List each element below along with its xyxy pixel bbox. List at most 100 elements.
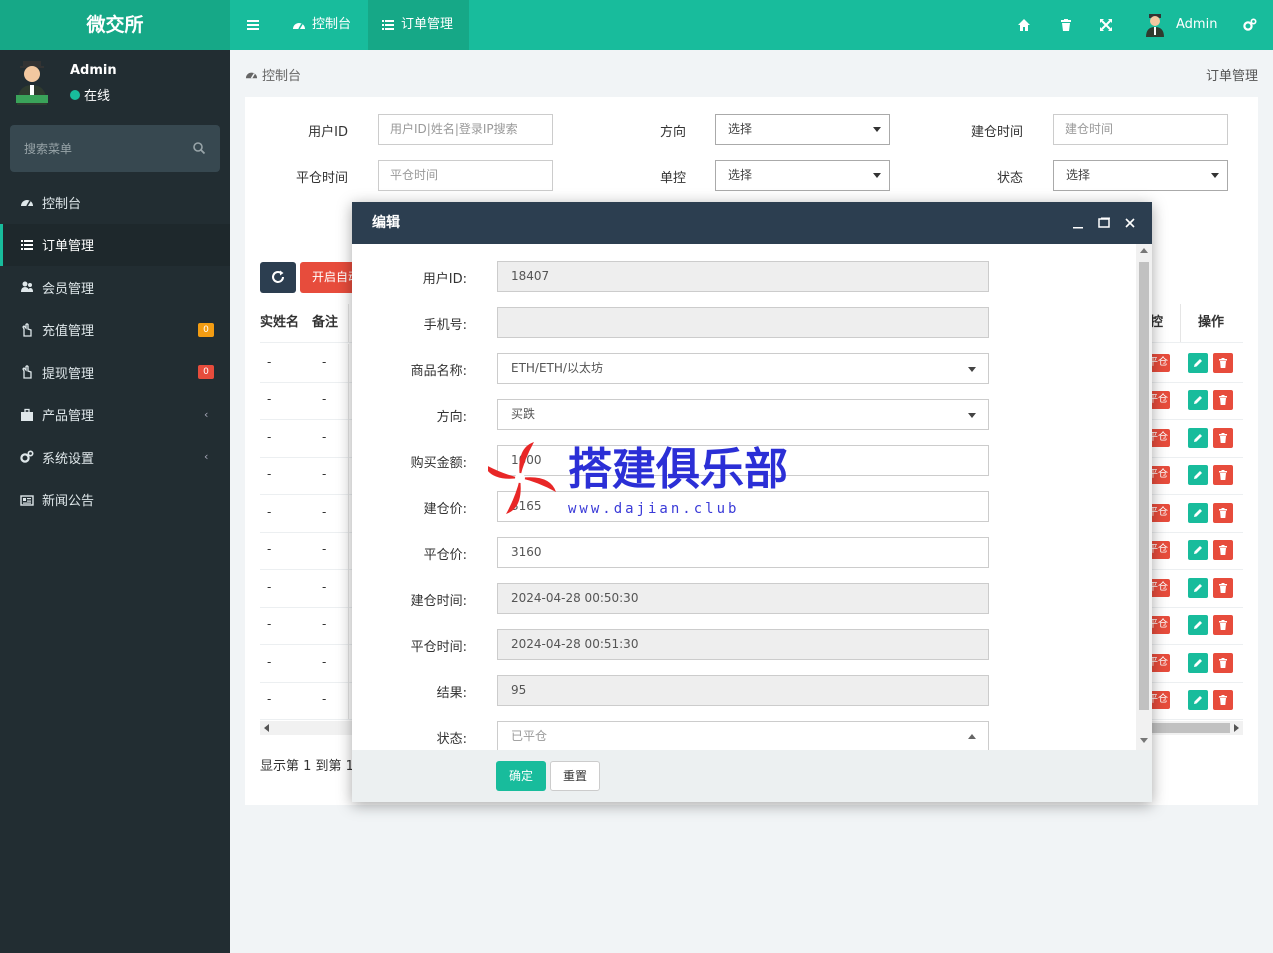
dialog-vertical-scrollbar[interactable] — [1136, 244, 1152, 750]
scroll-right-icon[interactable] — [1234, 724, 1239, 732]
fullscreen-button[interactable] — [1099, 0, 1113, 50]
edit-button[interactable] — [1188, 690, 1208, 711]
field-input[interactable]: ETH/ETH/以太坊 — [497, 353, 989, 384]
filter-label-status: 状态 — [996, 171, 1023, 186]
pencil-icon — [1194, 696, 1202, 705]
field-input: 2024-04-28 00:50:30 — [497, 583, 989, 614]
column-divider — [1180, 304, 1181, 342]
edit-button[interactable] — [1188, 465, 1208, 486]
chevron-left-icon: ‹ — [204, 407, 209, 421]
maximize-icon[interactable] — [1097, 216, 1111, 230]
delete-button[interactable] — [1213, 652, 1233, 673]
field-label: 状态: — [436, 732, 467, 747]
delete-button[interactable] — [1213, 465, 1233, 486]
reset-button[interactable]: 重置 — [550, 761, 600, 791]
scroll-left-icon[interactable] — [264, 724, 269, 732]
sidebar-item-members[interactable]: 会员管理 — [0, 266, 230, 309]
confirm-button[interactable]: 确定 — [496, 761, 546, 791]
chevron-left-icon: ‹ — [204, 450, 209, 463]
delete-button[interactable] — [1213, 540, 1233, 561]
edit-button[interactable] — [1188, 652, 1208, 673]
breadcrumb: 控制台 — [245, 65, 301, 84]
cell-name: - — [267, 429, 272, 444]
field-value: 95 — [511, 683, 527, 697]
sidebar-item-products[interactable]: 产品管理 ‹ — [0, 394, 230, 437]
edit-button[interactable] — [1188, 615, 1208, 636]
field-value: ETH/ETH/以太坊 — [511, 361, 603, 375]
close-icon[interactable] — [1123, 216, 1137, 230]
field-input[interactable]: 3160 — [497, 537, 989, 568]
tab-orders[interactable]: 订单管理 — [368, 0, 469, 50]
field-label: 商品名称: — [410, 364, 467, 379]
scroll-up-icon[interactable] — [1140, 248, 1148, 253]
refresh-button[interactable] — [260, 262, 296, 293]
edit-button[interactable] — [1188, 502, 1208, 523]
sidebar-item-news[interactable]: 新闻公告 — [0, 479, 230, 522]
scroll-down-icon[interactable] — [1140, 738, 1148, 743]
breadcrumb-home[interactable]: 控制台 — [262, 65, 301, 84]
auto-toggle-button[interactable]: 开启自动 — [300, 262, 360, 293]
pencil-icon — [1194, 658, 1202, 667]
field-value: 3160 — [511, 545, 542, 559]
cell-name: - — [267, 467, 272, 482]
field-input[interactable]: 买跌 — [497, 399, 989, 430]
delete-button[interactable] — [1213, 427, 1233, 448]
filter-open-time-input[interactable]: 建仓时间 — [1053, 114, 1228, 145]
caret-up-icon — [968, 734, 976, 739]
sidebar-item-withdraw[interactable]: 提现管理 0 — [0, 351, 230, 394]
sidebar-item-settings[interactable]: 系统设置 ‹ — [0, 436, 230, 479]
filter-close-time-input[interactable]: 平仓时间 — [378, 160, 553, 191]
sidebar-item-dashboard[interactable]: 控制台 — [0, 181, 230, 224]
delete-button[interactable] — [1213, 577, 1233, 598]
sidebar-search — [10, 125, 220, 172]
field-label: 结果: — [436, 686, 467, 701]
sidebar-item-orders[interactable]: 订单管理 — [0, 223, 230, 266]
delete-button[interactable] — [1213, 615, 1233, 636]
delete-button[interactable] — [1213, 690, 1233, 711]
cell-remark: - — [322, 504, 327, 519]
field-input: 95 — [497, 675, 989, 706]
delete-button[interactable] — [1213, 502, 1233, 523]
trash-icon — [1219, 470, 1227, 481]
edit-button[interactable] — [1188, 390, 1208, 411]
scroll-thumb[interactable] — [1139, 262, 1149, 710]
brand-logo[interactable]: 微交所 — [0, 0, 230, 50]
cell-remark: - — [322, 692, 327, 707]
tab-dashboard[interactable]: 控制台 — [280, 0, 363, 50]
filter-single-control-select[interactable]: 选择 — [715, 160, 890, 191]
sidebar-search-input[interactable] — [10, 125, 190, 172]
sidebar-toggle-button[interactable] — [230, 0, 276, 50]
edit-button[interactable] — [1188, 577, 1208, 598]
filter-user-id-input[interactable]: 用户ID|姓名|登录IP搜索 — [378, 114, 553, 145]
scroll-thumb[interactable] — [1150, 723, 1230, 733]
field-label: 手机号: — [423, 318, 467, 333]
delete-button[interactable] — [1213, 390, 1233, 411]
pencil-icon — [1194, 471, 1202, 480]
hand-icon — [22, 323, 32, 337]
sidebar-item-recharge[interactable]: 充值管理 0 — [0, 309, 230, 352]
list-icon — [382, 20, 394, 30]
select-value: 选择 — [728, 168, 753, 182]
dialog-title-bar[interactable]: 编辑 — [352, 202, 1152, 244]
filter-status-select[interactable]: 选择 — [1053, 160, 1228, 191]
minimize-icon[interactable] — [1071, 216, 1085, 230]
top-navbar: 微交所 控制台 订单管理 Admin — [0, 0, 1273, 50]
field-label: 平仓价: — [423, 548, 467, 563]
search-icon[interactable] — [192, 141, 206, 155]
edit-button[interactable] — [1188, 352, 1208, 373]
field-label: 平仓时间: — [410, 640, 467, 655]
clear-cache-button[interactable] — [1059, 0, 1073, 50]
pencil-icon — [1194, 621, 1202, 630]
dialog-title: 编辑 — [372, 215, 400, 231]
edit-button[interactable] — [1188, 427, 1208, 448]
home-button[interactable] — [1017, 0, 1031, 50]
filter-direction-select[interactable]: 选择 — [715, 114, 890, 145]
edit-button[interactable] — [1188, 540, 1208, 561]
settings-button[interactable] — [1243, 0, 1257, 50]
field-value: 已平仓 — [511, 729, 548, 743]
delete-button[interactable] — [1213, 352, 1233, 373]
pencil-icon — [1194, 546, 1202, 555]
sidebar-menu: 控制台 订单管理 会员管理 充值管理 0 提现管理 0 产品管理 ‹ 系统设置 — [0, 181, 230, 521]
field-input[interactable]: 已平仓 — [497, 721, 989, 750]
user-menu[interactable]: Admin — [1144, 0, 1217, 50]
